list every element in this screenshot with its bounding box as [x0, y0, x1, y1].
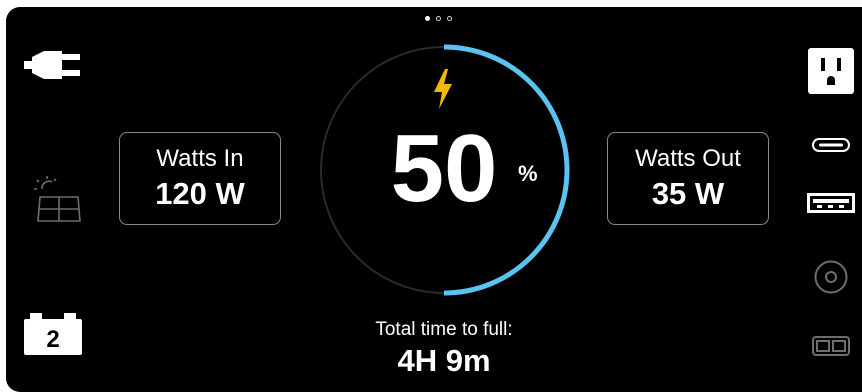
plug-icon[interactable] — [24, 49, 82, 81]
anderson-port-icon[interactable] — [812, 336, 850, 356]
watts-in-panel[interactable]: Watts In 120 W — [119, 132, 281, 225]
time-to-full-value: 4H 9m — [397, 343, 491, 378]
car-battery-number: 2 — [46, 326, 59, 353]
dc-barrel-port-icon[interactable] — [814, 260, 848, 294]
watts-in-value: 120 W — [155, 176, 245, 211]
lightning-bolt-icon — [434, 69, 452, 109]
battery-percent-value: 50 — [390, 115, 498, 222]
car-battery-icon[interactable]: 2 — [24, 313, 82, 355]
watts-in-label: Watts In — [156, 145, 244, 172]
page-dot[interactable] — [436, 16, 441, 21]
solar-panel-icon[interactable] — [26, 175, 82, 223]
page-dot[interactable] — [447, 16, 452, 21]
page-indicator[interactable] — [425, 16, 452, 21]
ac-outlet-icon[interactable] — [808, 48, 854, 94]
time-to-full-label: Total time to full: — [375, 319, 513, 340]
watts-out-label: Watts Out — [635, 145, 741, 172]
battery-percent-unit: % — [518, 161, 538, 186]
power-station-screen: 2 Watts In 120 W 50 % Total time to full… — [6, 7, 862, 392]
watts-out-value: 35 W — [651, 176, 725, 211]
usb-a-icon[interactable] — [807, 193, 855, 213]
page-dot[interactable] — [425, 16, 430, 21]
watts-out-panel[interactable]: Watts Out 35 W — [607, 132, 769, 225]
usb-c-icon[interactable] — [812, 138, 850, 152]
